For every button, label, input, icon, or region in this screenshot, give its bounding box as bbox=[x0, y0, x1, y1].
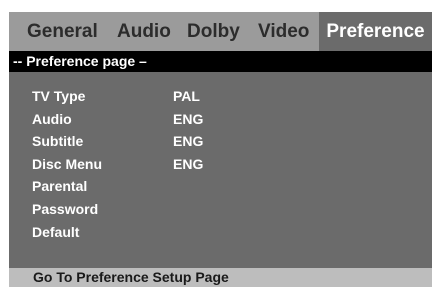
tab-audio[interactable]: Audio bbox=[117, 12, 171, 51]
setting-row-disc-menu[interactable]: Disc Menu ENG bbox=[9, 153, 432, 176]
setting-row-tv-type[interactable]: TV Type PAL bbox=[9, 85, 432, 108]
setup-menu-screen: General Audio Dolby Video Preference -- … bbox=[9, 12, 432, 287]
page-title: -- Preference page – bbox=[9, 51, 432, 72]
setting-value: ENG bbox=[173, 133, 204, 150]
setting-label: Disc Menu bbox=[32, 155, 103, 172]
setting-label: Parental bbox=[32, 178, 88, 195]
setting-value: ENG bbox=[173, 110, 204, 127]
setting-label: Audio bbox=[32, 110, 72, 127]
setting-label: Default bbox=[32, 223, 80, 240]
setting-value: PAL bbox=[173, 88, 200, 104]
setting-row-subtitle[interactable]: Subtitle ENG bbox=[9, 130, 432, 153]
setting-row-default[interactable]: Default bbox=[9, 221, 432, 244]
tab-bar: General Audio Dolby Video Preference bbox=[9, 12, 432, 51]
setting-row-parental[interactable]: Parental bbox=[9, 175, 432, 198]
tab-dolby[interactable]: Dolby bbox=[187, 12, 240, 51]
setting-row-audio[interactable]: Audio ENG bbox=[9, 108, 432, 131]
tab-general[interactable]: General bbox=[27, 12, 98, 51]
tab-preference[interactable]: Preference bbox=[319, 12, 432, 51]
setting-row-password[interactable]: Password bbox=[9, 198, 432, 221]
status-bar: Go To Preference Setup Page bbox=[9, 268, 432, 287]
setting-label: Password bbox=[32, 200, 99, 217]
setting-label: TV Type bbox=[32, 88, 86, 104]
setting-label: Subtitle bbox=[32, 133, 84, 150]
tab-video[interactable]: Video bbox=[258, 12, 309, 51]
settings-list: TV Type PAL Audio ENG Subtitle ENG Disc … bbox=[9, 85, 432, 243]
setting-value: ENG bbox=[173, 155, 204, 172]
